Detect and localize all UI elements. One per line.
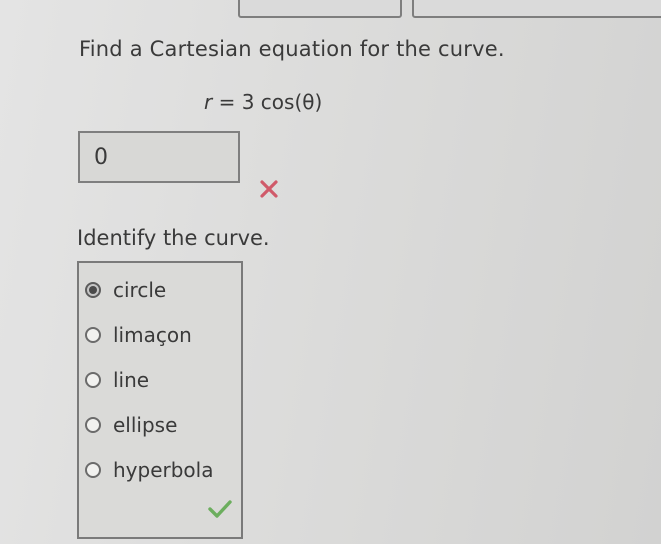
checkmark-icon bbox=[208, 500, 232, 518]
option-line[interactable]: line bbox=[85, 367, 149, 393]
identify-prompt: Identify the curve. bbox=[77, 226, 270, 250]
top-answer-box-left bbox=[238, 0, 402, 18]
option-label: limaçon bbox=[113, 323, 192, 347]
cartesian-answer-input[interactable]: 0 bbox=[78, 131, 240, 183]
option-label: line bbox=[113, 368, 150, 392]
radio-icon[interactable] bbox=[85, 417, 101, 433]
curve-options-group: circle limaçon line ellipse hyperbola bbox=[77, 261, 243, 539]
option-label: hyperbola bbox=[113, 458, 214, 482]
polar-equation: r = 3 cos(θ) bbox=[204, 90, 322, 114]
option-label: ellipse bbox=[113, 413, 178, 437]
option-hyperbola[interactable]: hyperbola bbox=[85, 457, 213, 483]
x-mark-icon bbox=[260, 180, 278, 198]
equation-expression: = 3 cos(θ) bbox=[212, 90, 323, 114]
radio-icon[interactable] bbox=[85, 462, 101, 478]
radio-icon[interactable] bbox=[85, 327, 101, 343]
option-label: circle bbox=[113, 278, 167, 302]
option-limacon[interactable]: limaçon bbox=[85, 322, 192, 348]
top-answer-box-right bbox=[412, 0, 661, 18]
option-ellipse[interactable]: ellipse bbox=[85, 412, 177, 438]
question-prompt: Find a Cartesian equation for the curve. bbox=[79, 37, 505, 61]
radio-selected-icon[interactable] bbox=[85, 282, 101, 298]
radio-icon[interactable] bbox=[85, 372, 101, 388]
equation-variable: r bbox=[204, 90, 213, 114]
option-circle[interactable]: circle bbox=[85, 277, 166, 303]
answer-value: 0 bbox=[94, 145, 108, 170]
